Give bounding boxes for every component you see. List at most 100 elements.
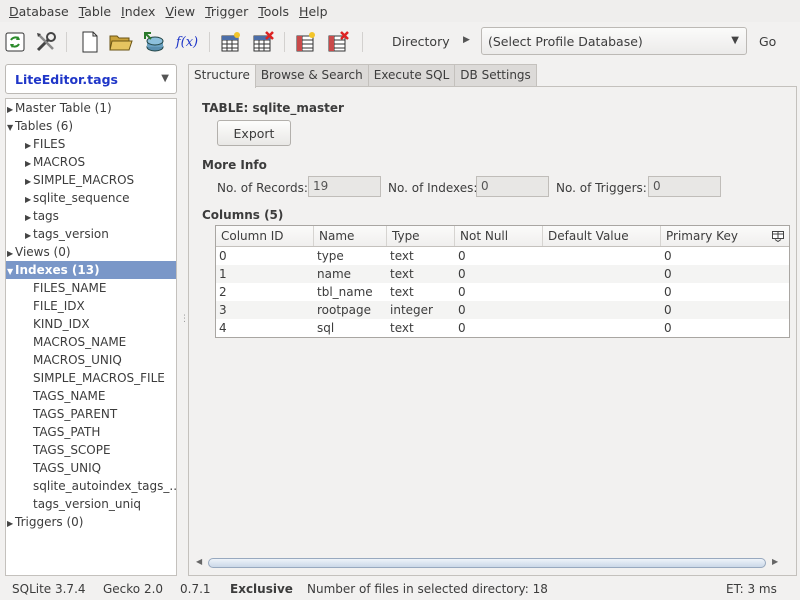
scroll-left-icon[interactable]: ◀: [196, 557, 202, 566]
header-not-null[interactable]: Not Null: [455, 226, 543, 246]
columns-title: Columns (5): [202, 208, 284, 222]
table-row[interactable]: 0 type text 0 0: [216, 247, 789, 265]
tab-bar: Structure Browse & Search Execute SQL DB…: [188, 64, 537, 88]
sqlite-version: SQLite 3.7.4: [12, 582, 86, 596]
create-table-icon[interactable]: [219, 30, 243, 54]
app-version: 0.7.1: [180, 582, 211, 596]
tree-item[interactable]: ▼ Indexes (13): [6, 261, 176, 279]
tree-item[interactable]: tags_version_uniq: [6, 495, 176, 513]
tree-item[interactable]: ▶ sqlite_sequence: [6, 189, 176, 207]
tree-item[interactable]: TAGS_PARENT: [6, 405, 176, 423]
open-folder-icon[interactable]: [109, 30, 133, 54]
horizontal-scrollbar[interactable]: ◀ ▶: [196, 556, 790, 570]
column-picker-icon[interactable]: [767, 226, 789, 247]
directory-arrow-icon[interactable]: ▶: [463, 35, 470, 45]
table-cell: 0: [458, 285, 466, 299]
export-button[interactable]: Export: [217, 120, 291, 146]
left-panel: LiteEditor.tags ▼ ▶ Master Table (1) ▼ Tabl…: [5, 64, 177, 576]
tree-item-label: Triggers (0): [15, 515, 84, 529]
tree-item[interactable]: ▶ Master Table (1): [6, 99, 176, 117]
tree-item[interactable]: ▶ tags_version: [6, 225, 176, 243]
header-default-value[interactable]: Default Value: [543, 226, 661, 246]
table-cell: type: [317, 249, 344, 263]
database-select[interactable]: LiteEditor.tags ▼: [5, 64, 177, 94]
table-cell: [543, 301, 661, 319]
menu-tools[interactable]: Tools: [253, 4, 294, 19]
menu-table[interactable]: Table: [74, 4, 116, 19]
table-cell: 0: [458, 303, 466, 317]
table-body: 0 type text 0 0 1 name text 0 0 2 tbl_name text 0 0 3 ro…: [216, 247, 789, 337]
table-cell: name: [317, 267, 352, 281]
table-row[interactable]: 2 tbl_name text 0 0: [216, 283, 789, 301]
tools-icon[interactable]: [34, 30, 58, 54]
tree-item[interactable]: TAGS_NAME: [6, 387, 176, 405]
tree-item[interactable]: ▶ Triggers (0): [6, 513, 176, 531]
table-cell: 0: [219, 249, 227, 263]
tree-item-label: MACROS_UNIQ: [33, 353, 122, 367]
schema-tree[interactable]: ▶ Master Table (1) ▼ Tables (6) ▶ FILES ▶ MACRO…: [5, 98, 177, 576]
more-info-title: More Info: [202, 158, 267, 172]
drop-index-icon[interactable]: [326, 30, 350, 54]
table-row[interactable]: 4 sql text 0 0: [216, 319, 789, 337]
table-cell: sql: [317, 321, 335, 335]
tree-item[interactable]: TAGS_PATH: [6, 423, 176, 441]
table-cell: [543, 319, 661, 337]
tree-item[interactable]: FILES_NAME: [6, 279, 176, 297]
create-index-icon[interactable]: [294, 30, 318, 54]
tree-item-label: TAGS_UNIQ: [33, 461, 102, 475]
expand-arrow-icon[interactable]: ▶: [7, 515, 15, 533]
directory-button[interactable]: Directory: [392, 34, 450, 49]
status-bar: SQLite 3.7.4 Gecko 2.0 0.7.1 Exclusive N…: [0, 578, 800, 600]
triggers-field: 0: [648, 176, 721, 197]
tree-item[interactable]: ▶ tags: [6, 207, 176, 225]
table-row[interactable]: 3 rootpage integer 0 0: [216, 301, 789, 319]
toolbar-separator: [66, 32, 67, 52]
columns-table[interactable]: Column ID Name Type Not Null Default Val…: [215, 225, 790, 338]
header-type[interactable]: Type: [387, 226, 455, 246]
drop-table-icon[interactable]: [251, 30, 275, 54]
elapsed-time: ET: 3 ms: [726, 582, 777, 596]
table-row[interactable]: 1 name text 0 0: [216, 265, 789, 283]
table-cell: [543, 247, 661, 265]
header-column-id[interactable]: Column ID: [216, 226, 314, 246]
refresh-icon[interactable]: [3, 30, 27, 54]
scrollbar-thumb[interactable]: [208, 558, 766, 568]
tab-execute-sql[interactable]: Execute SQL: [367, 64, 456, 87]
tree-item[interactable]: TAGS_SCOPE: [6, 441, 176, 459]
tree-item[interactable]: ▶ Views (0): [6, 243, 176, 261]
tree-item[interactable]: FILE_IDX: [6, 297, 176, 315]
tab-structure[interactable]: Structure: [188, 64, 256, 88]
tree-item-label: FILE_IDX: [33, 299, 85, 313]
attach-db-icon[interactable]: [141, 30, 165, 54]
menu-trigger[interactable]: Trigger: [200, 4, 253, 19]
tree-item-label: FILES_NAME: [33, 281, 107, 295]
header-name[interactable]: Name: [314, 226, 387, 246]
tree-item[interactable]: ▼ Tables (6): [6, 117, 176, 135]
new-db-icon[interactable]: [78, 30, 102, 54]
menu-index[interactable]: Index: [116, 4, 160, 19]
tree-item[interactable]: SIMPLE_MACROS_FILE: [6, 369, 176, 387]
menu-database[interactable]: Database: [4, 4, 74, 19]
menu-help[interactable]: Help: [294, 4, 333, 19]
tree-item[interactable]: sqlite_autoindex_tags_...: [6, 477, 176, 495]
tree-item[interactable]: ▶ FILES: [6, 135, 176, 153]
table-cell: 1: [219, 267, 227, 281]
tree-item[interactable]: KIND_IDX: [6, 315, 176, 333]
tree-item-label: SIMPLE_MACROS_FILE: [33, 371, 165, 385]
menu-view[interactable]: View: [160, 4, 200, 19]
tree-item-label: tags_version_uniq: [33, 497, 142, 511]
tree-item[interactable]: ▶ MACROS: [6, 153, 176, 171]
profile-database-select[interactable]: (Select Profile Database) ▼: [481, 27, 747, 55]
scroll-right-icon[interactable]: ▶: [772, 557, 778, 566]
tree-item[interactable]: TAGS_UNIQ: [6, 459, 176, 477]
function-icon[interactable]: f(x): [172, 30, 202, 54]
table-cell: rootpage: [317, 303, 372, 317]
tree-item[interactable]: ▶ SIMPLE_MACROS: [6, 171, 176, 189]
tab-db-settings[interactable]: DB Settings: [454, 64, 537, 87]
go-button[interactable]: Go: [759, 34, 776, 49]
tab-browse-search[interactable]: Browse & Search: [254, 64, 369, 87]
table-cell: 0: [664, 321, 672, 335]
tree-item[interactable]: MACROS_UNIQ: [6, 351, 176, 369]
header-primary-key[interactable]: Primary Key: [661, 226, 767, 246]
tree-item[interactable]: MACROS_NAME: [6, 333, 176, 351]
